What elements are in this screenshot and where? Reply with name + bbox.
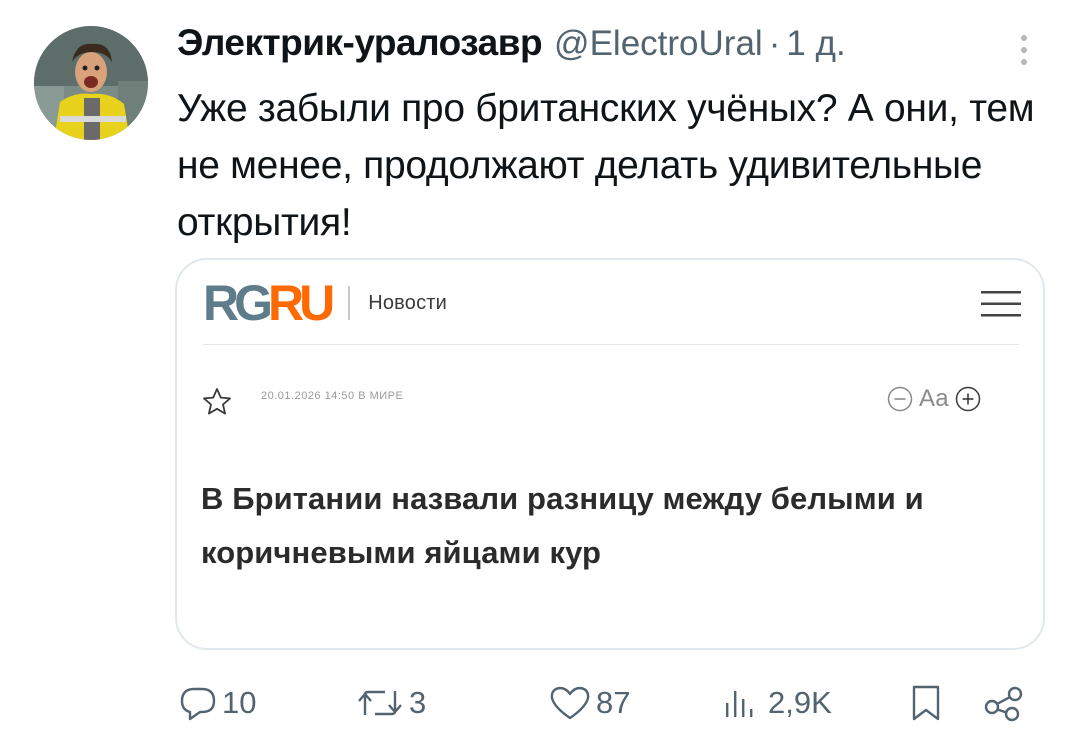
more-vertical-icon[interactable] <box>1012 30 1036 70</box>
bookmark-button[interactable] <box>906 678 946 728</box>
share-icon <box>984 686 1023 722</box>
reply-count: 10 <box>222 685 257 720</box>
heart-icon <box>550 686 590 720</box>
star-outline-icon <box>201 386 233 418</box>
avatar-image <box>34 26 148 140</box>
tweet-text: Уже забыли про британских учёных? А они,… <box>177 87 1035 244</box>
avatar[interactable] <box>34 26 148 140</box>
author-name[interactable]: Электрик-уралозавр <box>177 22 543 64</box>
logo-rg-text: RG <box>203 275 273 331</box>
views-count: 2,9K <box>768 685 832 720</box>
article-headline: В Британии назвали разницу между белыми … <box>201 481 924 570</box>
font-size-controls: Аа <box>887 384 981 414</box>
site-logo: RG RU Новости <box>203 278 447 328</box>
link-preview-card[interactable]: RG RU Новости 20.01.2026 14:50 В МИРЕ Аа… <box>175 258 1045 650</box>
hamburger-menu-icon <box>981 290 1021 318</box>
like-button[interactable]: 87 <box>548 678 630 728</box>
retweet-count: 3 <box>409 685 427 720</box>
minus-circle-icon <box>887 386 913 412</box>
reply-button[interactable]: 10 <box>178 678 256 728</box>
share-button[interactable] <box>982 678 1026 728</box>
plus-circle-icon <box>955 386 980 412</box>
font-size-label: Аа <box>919 385 949 412</box>
tweet-header: Электрик-уралозавр @ElectroUral · 1 д. <box>177 22 846 68</box>
retweet-icon <box>358 690 402 716</box>
logo-ru-text: RU <box>268 275 335 331</box>
reply-bubble-icon <box>180 687 216 721</box>
retweet-button[interactable]: 3 <box>355 678 426 728</box>
tweet-time[interactable]: 1 д. <box>786 24 845 64</box>
bookmark-icon <box>912 685 940 721</box>
article-meta: 20.01.2026 14:50 В МИРЕ <box>261 390 404 402</box>
action-bar: 10 3 87 2,9K <box>0 678 1079 728</box>
author-handle[interactable]: @ElectroUral <box>554 24 763 64</box>
section-label: Новости <box>368 291 448 314</box>
header-separator: · <box>768 24 781 63</box>
views-bar-icon <box>726 691 753 717</box>
card-divider <box>203 344 1019 345</box>
views-button[interactable]: 2,9K <box>720 678 832 728</box>
logo-divider <box>348 286 351 320</box>
like-count: 87 <box>596 685 631 720</box>
